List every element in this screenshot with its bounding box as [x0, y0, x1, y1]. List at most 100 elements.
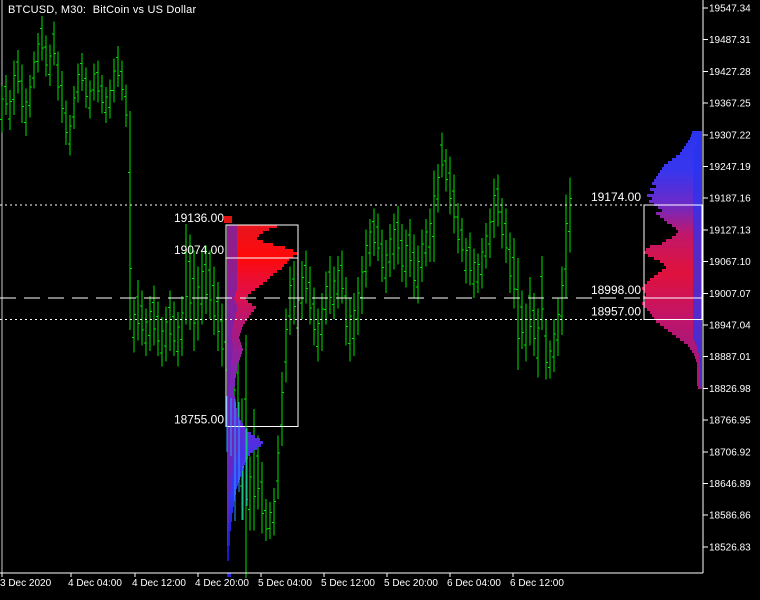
profile-row-base [693, 188, 702, 191]
time-tick-label: 5 Dec 12:00 [321, 578, 375, 589]
profile-row-base [227, 354, 233, 357]
profile-row-base [227, 330, 233, 333]
profile-row-base [693, 272, 702, 275]
profile-row-base [693, 278, 702, 281]
profile-row-base [227, 324, 234, 327]
profile-row-base [693, 314, 702, 317]
profile-row-base [227, 237, 237, 240]
profile-row-base [227, 540, 229, 543]
profile-row-base [693, 191, 702, 194]
profile-row-base [693, 311, 702, 314]
profile-row-base [227, 336, 232, 339]
price-tick-label: 19367.25 [709, 99, 751, 110]
profile-row-base [227, 291, 237, 294]
profile-row-base [695, 341, 702, 344]
profile-row-base [227, 264, 237, 267]
profile-row-base [693, 323, 702, 326]
profile-row-base [700, 383, 702, 386]
profile-row-base [693, 200, 702, 203]
profile-row-base [227, 531, 229, 534]
profile-row-base [693, 185, 702, 188]
profile-row-base [227, 504, 230, 507]
profile-row-base [693, 251, 702, 254]
profile-row-base [700, 368, 702, 371]
level-price-label: 19174.00 [591, 190, 641, 204]
profile-row-base [700, 380, 702, 383]
level-price-label: 18755.00 [174, 412, 224, 426]
profile-row-base [227, 243, 237, 246]
profile-row-base [227, 423, 234, 426]
profile-row-base [227, 471, 233, 474]
profile-row-base [227, 300, 235, 303]
profile-row-base [693, 332, 702, 335]
profile-row-base [693, 329, 702, 332]
profile-row [227, 552, 229, 555]
time-tick-label: 5 Dec 20:00 [384, 578, 438, 589]
profile-row-base [693, 164, 702, 167]
profile-row-base [227, 246, 237, 249]
profile-row-base [700, 362, 702, 365]
profile-row-base [693, 275, 702, 278]
profile-row-base [693, 215, 702, 218]
profile-row-base [693, 302, 702, 305]
profile-row-base [700, 374, 702, 377]
profile-row-base [693, 197, 702, 200]
time-tick-label: 4 Dec 20:00 [195, 578, 249, 589]
profile-row-base [700, 377, 702, 380]
price-tick-label: 18766.95 [709, 416, 751, 427]
time-tick-label: 4 Dec 12:00 [132, 578, 186, 589]
profile-row-base [693, 158, 702, 161]
profile-row-base [227, 507, 230, 510]
profile-row-base [693, 182, 702, 185]
profile-row-base [698, 131, 702, 134]
profile-row-base [693, 290, 702, 293]
profile-row-base [700, 386, 702, 389]
chart-root[interactable]: 19174.00 18998.00 18957.00 19074.00 19136.00… [0, 0, 760, 600]
profile-row-base [693, 287, 702, 290]
profile-row-base [227, 519, 229, 522]
profile-row-base [227, 543, 229, 546]
profile-row [227, 546, 229, 549]
profile-row-base [693, 320, 702, 323]
profile-row-base [227, 333, 232, 336]
profile-row-base [693, 254, 702, 257]
price-tick-label: 18526.83 [709, 542, 751, 553]
price-chart[interactable]: 19174.00 18998.00 18957.00 19074.00 19136.00… [0, 0, 760, 600]
profile-row-base [227, 348, 234, 351]
profile-row-base [227, 345, 233, 348]
profile-row-base [693, 269, 702, 272]
profile-row-base [693, 161, 702, 164]
profile-row-base [700, 365, 702, 368]
profile-row-base [693, 224, 702, 227]
profile-row-base [227, 489, 231, 492]
level-price-label: 18957.00 [591, 305, 641, 319]
profile-row-base [693, 242, 702, 245]
profile-row-base [227, 339, 232, 342]
profile-row-base [227, 387, 230, 390]
profile-row-base [693, 173, 702, 176]
profile-row [227, 555, 229, 558]
price-tick-label: 19067.10 [709, 257, 751, 268]
profile-row-base [227, 369, 231, 372]
profile-row-base [227, 510, 230, 513]
profile-row-base [227, 249, 237, 252]
price-tick-label: 19547.34 [709, 4, 751, 15]
profile-row-base [227, 360, 232, 363]
profile-row [227, 549, 229, 552]
profile-row-base [696, 344, 702, 347]
profile-row-base [227, 492, 231, 495]
price-tick-label: 18646.89 [709, 479, 751, 490]
time-tick-label: 6 Dec 12:00 [510, 578, 564, 589]
profile-row-base [227, 327, 233, 330]
profile-row-base [693, 266, 702, 269]
profile-row-base [227, 522, 229, 525]
profile-row-base [699, 359, 702, 362]
profile-row-base [227, 495, 231, 498]
profile-row-base [693, 236, 702, 239]
profile-row-base [227, 534, 229, 537]
profile-row-base [227, 384, 231, 387]
price-tick-label: 19007.07 [709, 289, 751, 300]
price-tick-label: 18586.86 [709, 511, 751, 522]
profile-row-base [693, 167, 702, 170]
profile-row-base [693, 260, 702, 263]
